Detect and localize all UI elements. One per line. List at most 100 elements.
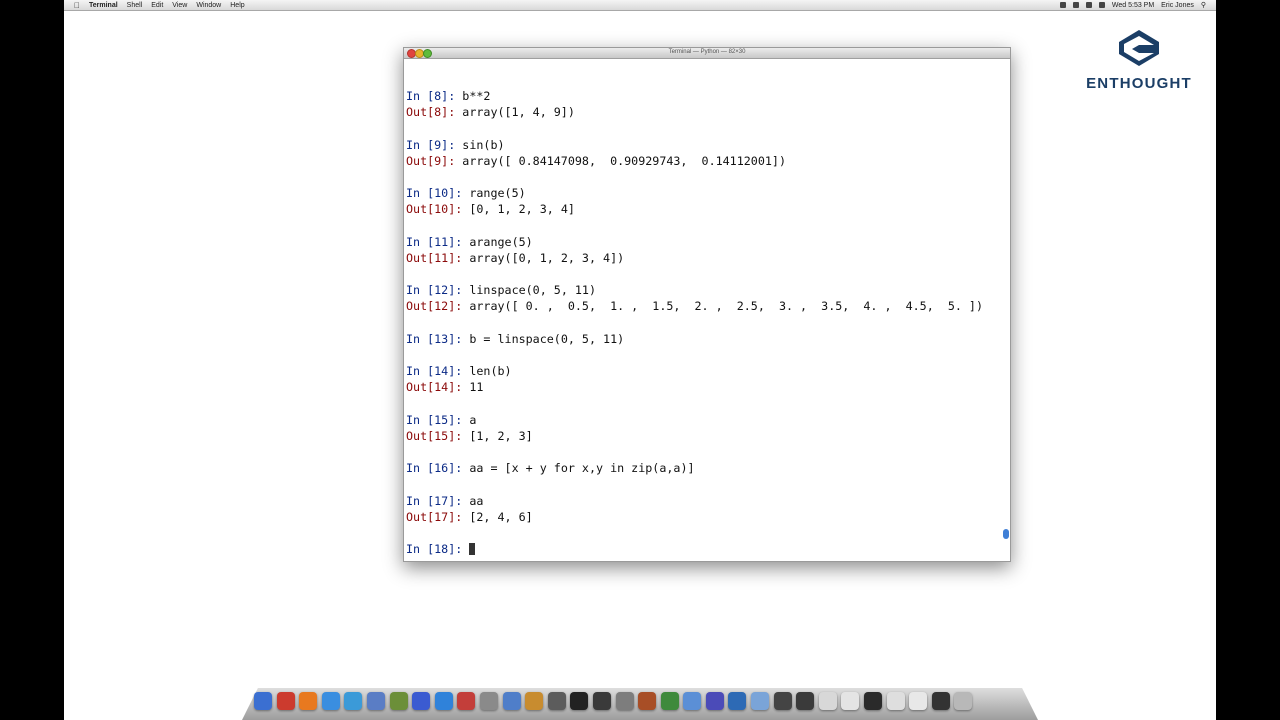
music-icon[interactable] — [502, 692, 521, 710]
terminal-icon[interactable] — [570, 692, 589, 710]
input-line: In [10]: range(5) — [406, 185, 1002, 201]
menu-window[interactable]: Window — [196, 2, 221, 9]
input-line: In [9]: sin(b) — [406, 137, 1002, 153]
text-cursor[interactable] — [469, 543, 476, 556]
menu-bar:  Terminal Shell Edit View Window Help W… — [64, 0, 1216, 11]
finder-icon[interactable] — [254, 692, 272, 710]
in-prompt: In [13]: — [406, 331, 470, 346]
in-prompt: In [18]: — [406, 542, 470, 557]
input-line: In [16]: aa = [x + y for x,y in zip(a,a)… — [406, 460, 1002, 476]
disk-utility-icon[interactable] — [615, 692, 634, 710]
bluetooth-icon[interactable] — [1072, 2, 1079, 8]
dashboard-icon[interactable] — [592, 692, 611, 710]
mail-2-icon[interactable] — [751, 692, 770, 710]
output-line: Out[11]: array([0, 1, 2, 3, 4]) — [406, 250, 1002, 266]
iphoto-icon[interactable] — [728, 692, 747, 710]
in-prompt: In [17]: — [406, 493, 470, 508]
in-prompt: In [15]: — [406, 412, 470, 427]
out-prompt: Out[17]: — [406, 509, 470, 524]
battery-icon[interactable] — [1098, 2, 1105, 8]
input-line: In [12]: linspace(0, 5, 11) — [406, 282, 1002, 298]
document-2-icon[interactable] — [841, 692, 860, 710]
input-code: sin(b) — [462, 137, 505, 152]
menu-view[interactable]: View — [172, 2, 187, 9]
safari-icon[interactable] — [344, 692, 363, 710]
spotlight-icon[interactable]: ⚲ — [1201, 1, 1206, 9]
scrollbar-knob[interactable] — [1003, 529, 1009, 539]
terminal-content[interactable]: In [8]: b**2 Out[8]: array([1, 4, 9]) In [… — [406, 88, 1002, 557]
system-preferences-icon[interactable] — [479, 692, 498, 710]
menu-clock[interactable]: Wed 5:53 PM — [1112, 2, 1154, 9]
calculator-icon[interactable] — [660, 692, 679, 710]
window-titlebar[interactable]: Terminal — Python — 82×30 — [404, 48, 1010, 59]
menu-extras: Wed 5:53 PM Eric Jones ⚲ — [1053, 0, 1206, 10]
menu-shell[interactable]: Shell — [127, 2, 143, 9]
output-value: array([1, 4, 9]) — [462, 105, 575, 120]
output-value: array([ 0.84147098, 0.90929743, 0.141120… — [462, 153, 786, 168]
ichat-icon[interactable] — [434, 692, 453, 710]
trash-icon[interactable] — [954, 692, 973, 710]
menu-user[interactable]: Eric Jones — [1161, 2, 1194, 9]
gimp-icon[interactable] — [547, 692, 566, 710]
output-line: Out[12]: array([ 0. , 0.5, 1. , 1.5, 2. … — [406, 298, 1002, 314]
firefox-icon[interactable] — [299, 692, 318, 710]
display-2-icon[interactable] — [931, 692, 950, 710]
out-prompt: Out[15]: — [406, 428, 470, 443]
document-icon[interactable] — [818, 692, 837, 710]
window-title: Terminal — Python — 82×30 — [668, 49, 746, 55]
xcode-icon[interactable] — [705, 692, 724, 710]
itunes-icon[interactable] — [412, 692, 431, 710]
camera-icon[interactable] — [796, 692, 815, 710]
enthought-mark-icon — [1119, 30, 1159, 66]
in-prompt: In [9]: — [406, 137, 463, 152]
out-prompt: Out[8]: — [406, 105, 463, 120]
textmate-icon[interactable] — [389, 692, 408, 710]
wifi-icon[interactable] — [1059, 2, 1066, 8]
firewire-icon[interactable] — [638, 692, 657, 710]
activity-monitor-icon[interactable] — [276, 692, 295, 710]
input-code: linspace(0, 5, 11) — [469, 283, 597, 298]
in-prompt: In [11]: — [406, 234, 470, 249]
out-prompt: Out[10]: — [406, 202, 470, 217]
input-code: b**2 — [462, 89, 491, 103]
photo-icon[interactable] — [525, 692, 544, 710]
desktop:  Terminal Shell Edit View Window Help W… — [64, 0, 1216, 720]
ical-icon[interactable] — [457, 692, 476, 710]
menu-app-name[interactable]: Terminal — [89, 2, 118, 9]
in-prompt: In [10]: — [406, 186, 470, 201]
finder-2-icon[interactable] — [683, 692, 702, 710]
volume-icon[interactable] — [1085, 2, 1092, 8]
menu-edit[interactable]: Edit — [151, 2, 163, 9]
output-line: Out[9]: array([ 0.84147098, 0.90929743, … — [406, 153, 1002, 169]
input-line: In [13]: b = linspace(0, 5, 11) — [406, 331, 1002, 347]
apple-icon[interactable]:  — [74, 1, 80, 10]
mail-icon[interactable] — [321, 692, 340, 710]
display-icon[interactable] — [864, 692, 883, 710]
preview-icon[interactable] — [366, 692, 385, 710]
terminal-window[interactable]: Terminal — Python — 82×30 In [8]: b**2 Ou… — [403, 47, 1011, 562]
input-code: aa = [x + y for x,y in zip(a,a)] — [469, 461, 695, 476]
input-line: In [15]: a — [406, 412, 1002, 428]
output-line: Out[8]: array([1, 4, 9]) — [406, 104, 1002, 120]
document-4-icon[interactable] — [909, 692, 928, 710]
input-line: In [18]: — [406, 541, 1002, 557]
output-line: Out[14]: 11 — [406, 379, 1002, 395]
menu-help[interactable]: Help — [230, 2, 244, 9]
output-line: Out[10]: [0, 1, 2, 3, 4] — [406, 201, 1002, 217]
output-value: array([ 0. , 0.5, 1. , 1.5, 2. , 2.5, 3.… — [469, 299, 984, 314]
input-code: aa — [469, 493, 484, 508]
document-3-icon[interactable] — [886, 692, 905, 710]
dock-icons — [254, 692, 977, 714]
output-value: [0, 1, 2, 3, 4] — [469, 202, 575, 217]
input-code: a — [469, 412, 477, 427]
input-line: In [8]: b**2 — [406, 88, 1002, 104]
archive-icon[interactable] — [773, 692, 792, 710]
out-prompt: Out[11]: — [406, 250, 470, 265]
in-prompt: In [16]: — [406, 461, 470, 476]
